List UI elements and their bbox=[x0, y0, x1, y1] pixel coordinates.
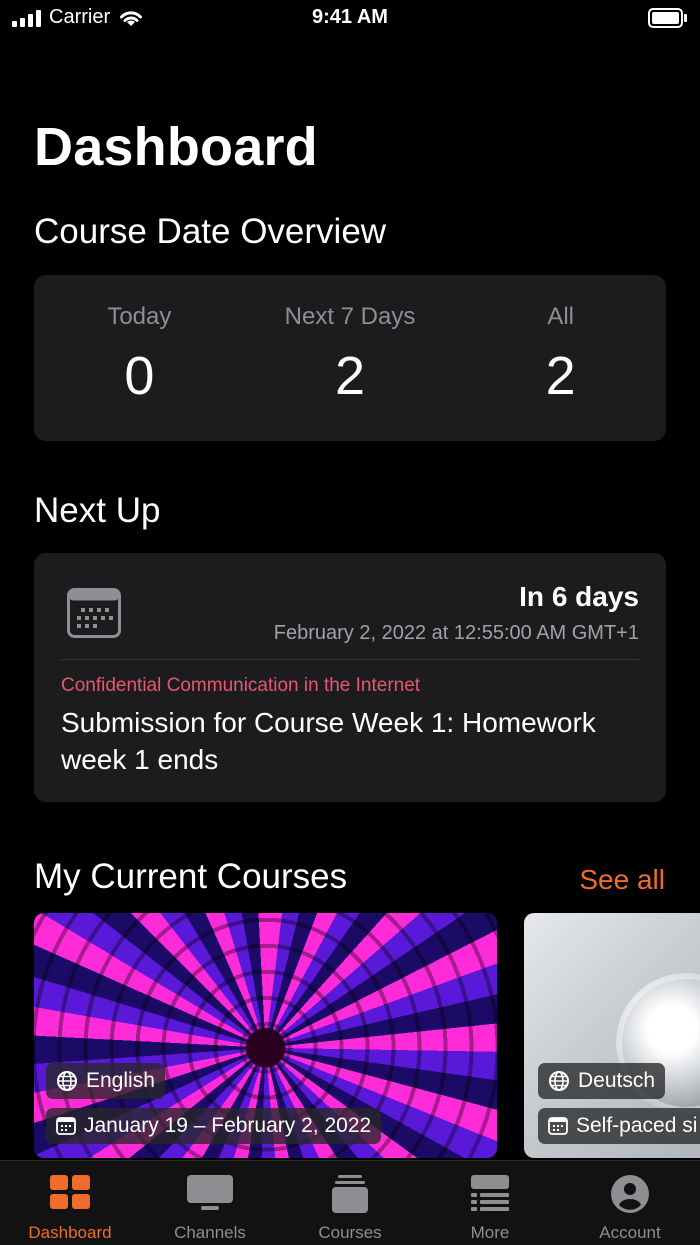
tab-bar: Dashboard Channels Courses More Account bbox=[0, 1160, 700, 1245]
next-up-date: February 2, 2022 at 12:55:00 AM GMT+1 bbox=[273, 622, 639, 644]
tv-icon bbox=[187, 1175, 233, 1210]
course-date-overview: Today 0 Next 7 Days 2 All 2 bbox=[34, 275, 666, 441]
overview-label: All bbox=[547, 303, 575, 330]
language-chip: English bbox=[46, 1063, 165, 1099]
tab-label: Channels bbox=[174, 1223, 246, 1242]
tab-label: Courses bbox=[318, 1223, 382, 1242]
divider bbox=[61, 659, 639, 660]
calendar-icon bbox=[56, 1117, 76, 1135]
page-title: Dashboard bbox=[34, 117, 318, 177]
date-chip: Self-paced si bbox=[538, 1108, 700, 1144]
overview-heading: Course Date Overview bbox=[34, 212, 387, 251]
language-label: English bbox=[86, 1069, 155, 1092]
tab-account[interactable]: Account bbox=[560, 1161, 700, 1245]
language-chip: Deutsch bbox=[538, 1063, 666, 1099]
status-time: 9:41 AM bbox=[312, 6, 388, 28]
calendar-icon bbox=[548, 1117, 568, 1135]
stack-icon bbox=[332, 1175, 368, 1213]
tab-label: More bbox=[470, 1223, 510, 1242]
next-up-title: Submission for Course Week 1: Homework w… bbox=[61, 707, 596, 775]
next-up-when: In 6 days bbox=[519, 581, 639, 612]
overview-label: Today bbox=[107, 303, 172, 330]
course-card[interactable]: Deutsch Self-paced si bbox=[524, 913, 700, 1158]
calendar-icon bbox=[67, 588, 121, 638]
tab-dashboard[interactable]: Dashboard bbox=[0, 1161, 140, 1245]
tab-label: Dashboard bbox=[28, 1223, 112, 1242]
overview-count: 2 bbox=[334, 346, 366, 406]
status-bar: Carrier 9:41 AM bbox=[0, 0, 700, 38]
date-label: January 19 – February 2, 2022 bbox=[84, 1114, 372, 1137]
globe-icon bbox=[57, 1071, 77, 1091]
overview-count: 2 bbox=[545, 346, 576, 406]
tab-courses[interactable]: Courses bbox=[280, 1161, 420, 1245]
see-all-link[interactable]: See all bbox=[579, 864, 665, 896]
overview-count: 0 bbox=[124, 346, 155, 406]
globe-icon bbox=[549, 1071, 569, 1091]
language-label: Deutsch bbox=[578, 1069, 656, 1092]
overview-next-7-days[interactable]: Next 7 Days 2 bbox=[245, 275, 456, 441]
next-up-heading: Next Up bbox=[34, 491, 161, 530]
course-card[interactable]: English January 19 – February 2, 2022 bbox=[34, 913, 497, 1158]
tab-more[interactable]: More bbox=[420, 1161, 560, 1245]
date-chip: January 19 – February 2, 2022 bbox=[46, 1108, 382, 1144]
dashboard-grid-icon bbox=[50, 1175, 90, 1209]
battery-icon bbox=[648, 8, 688, 33]
tab-channels[interactable]: Channels bbox=[140, 1161, 280, 1245]
next-up-card[interactable]: In 6 days February 2, 2022 at 12:55:00 A… bbox=[34, 553, 666, 802]
courses-heading: My Current Courses bbox=[34, 857, 348, 896]
overview-all[interactable]: All 2 bbox=[455, 275, 666, 441]
overview-today[interactable]: Today 0 bbox=[34, 275, 245, 441]
tab-label: Account bbox=[599, 1223, 661, 1242]
list-icon bbox=[471, 1175, 509, 1211]
person-circle-icon bbox=[611, 1175, 649, 1213]
overview-label: Next 7 Days bbox=[284, 303, 416, 330]
date-label: Self-paced si bbox=[576, 1114, 698, 1137]
next-up-course: Confidential Communication in the Intern… bbox=[61, 675, 421, 696]
